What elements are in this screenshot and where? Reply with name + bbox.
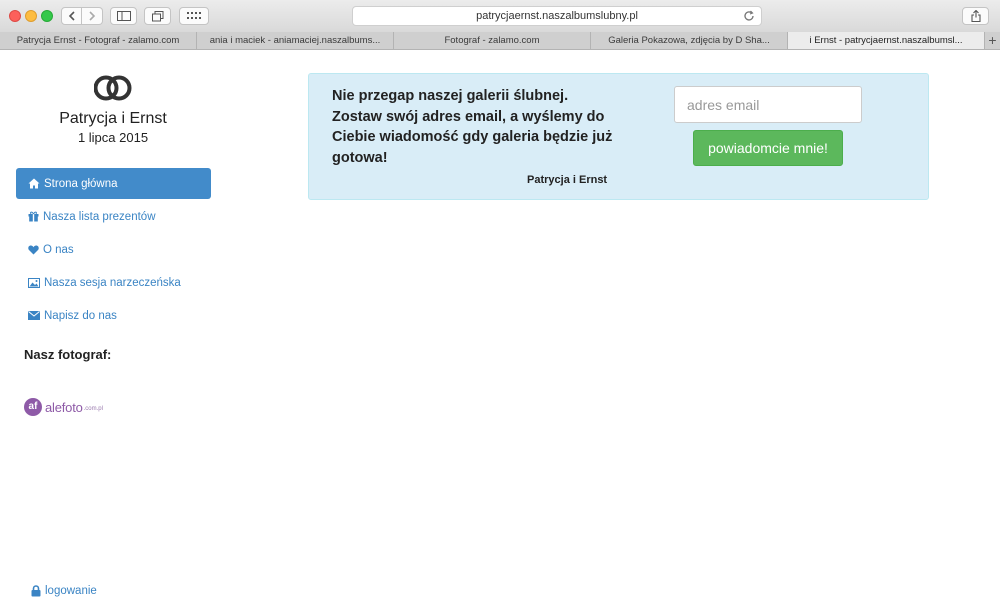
notice-line: gotowa! bbox=[332, 149, 388, 166]
new-tab-button[interactable]: + bbox=[985, 32, 1000, 49]
tab-fotograf-zalamo[interactable]: Fotograf - zalamo.com bbox=[394, 32, 591, 49]
photographer-logo-name: alefoto bbox=[45, 399, 83, 415]
sidebar-item-about-us[interactable]: O nas bbox=[16, 234, 211, 265]
sidebar-item-label: Napisz do nas bbox=[44, 309, 117, 322]
notice-line: Ciebie wiadomość gdy galeria będzie już bbox=[332, 129, 613, 145]
tab-ania-i-maciek[interactable]: ania i maciek - aniamaciej.naszalbums... bbox=[197, 32, 394, 49]
reload-icon[interactable] bbox=[743, 10, 755, 22]
address-text: patrycjaernst.naszalbumslubny.pl bbox=[476, 10, 638, 22]
tab-galeria-pokazowa[interactable]: Galeria Pokazowa, zdjęcia by D Sha... bbox=[591, 32, 788, 49]
tab-patrycjaernst-active[interactable]: i Ernst - patrycjaernst.naszalbumsl... bbox=[788, 32, 985, 49]
top-sites-button[interactable] bbox=[179, 7, 209, 25]
email-field[interactable] bbox=[674, 86, 862, 123]
minimize-window-button[interactable] bbox=[25, 10, 37, 22]
forward-button[interactable] bbox=[82, 7, 103, 25]
sidebar-icon bbox=[116, 11, 131, 21]
photographer-heading: Nasz fotograf: bbox=[24, 347, 112, 362]
sidebar-item-label: Strona główna bbox=[44, 177, 118, 190]
share-icon bbox=[970, 10, 981, 22]
photographer-logo-mark: af bbox=[24, 398, 42, 416]
notify-me-button[interactable]: powiadomcie mnie! bbox=[693, 130, 843, 166]
sidebar-item-home[interactable]: Strona główna bbox=[16, 168, 211, 199]
tabs-icon bbox=[151, 10, 163, 21]
home-icon bbox=[28, 178, 40, 189]
sidebar-item-label: Nasza lista prezentów bbox=[43, 210, 156, 223]
chevron-right-icon bbox=[89, 11, 96, 21]
notice-message: Nie przegap naszej galerii ślubnej. Zost… bbox=[332, 86, 622, 168]
gift-icon bbox=[28, 211, 39, 222]
address-bar[interactable]: patrycjaernst.naszalbumslubny.pl bbox=[352, 6, 762, 26]
notice-line: Zostaw swój adres email, a wyślemy do bbox=[332, 108, 605, 125]
notice-line: Nie przegap naszej galerii ślubnej. bbox=[332, 88, 569, 104]
tab-bar: Patrycja Ernst - Fotograf - zalamo.com a… bbox=[0, 32, 1000, 50]
lock-icon bbox=[31, 585, 41, 597]
close-window-button[interactable] bbox=[9, 10, 21, 22]
sidebar-item-label: Nasza sesja narzeczeńska bbox=[44, 276, 181, 289]
notice-signature: Patrycja i Ernst bbox=[527, 174, 608, 186]
wedding-date: 1 lipca 2015 bbox=[77, 130, 149, 145]
couple-name: Patrycja i Ernst bbox=[59, 110, 167, 127]
sidebar-nav: Strona główna Nasza lista prezentów O na… bbox=[16, 168, 211, 333]
photographer-logo[interactable]: af alefoto .com.pl bbox=[24, 398, 103, 416]
grid-icon bbox=[187, 12, 201, 19]
login-link[interactable]: logowanie bbox=[31, 585, 97, 597]
envelope-icon bbox=[28, 311, 40, 320]
tab-patrycja-ernst-fotograf[interactable]: Patrycja Ernst - Fotograf - zalamo.com bbox=[0, 32, 197, 49]
back-button[interactable] bbox=[61, 7, 82, 25]
gallery-notice: Nie przegap naszej galerii ślubnej. Zost… bbox=[308, 73, 929, 200]
zoom-window-button[interactable] bbox=[41, 10, 53, 22]
tabs-overview-button[interactable] bbox=[144, 7, 171, 25]
browser-toolbar: patrycjaernst.naszalbumslubny.pl bbox=[0, 0, 1000, 33]
history-nav bbox=[61, 7, 103, 25]
sidebar-item-engagement-session[interactable]: Nasza sesja narzeczeńska bbox=[16, 267, 211, 298]
sidebar-toggle-button[interactable] bbox=[110, 7, 137, 25]
wedding-rings-icon bbox=[94, 75, 132, 101]
sidebar-item-label: O nas bbox=[43, 243, 74, 256]
sidebar-item-contact[interactable]: Napisz do nas bbox=[16, 300, 211, 331]
share-button[interactable] bbox=[962, 7, 989, 25]
login-label: logowanie bbox=[45, 585, 97, 597]
sidebar-item-gift-list[interactable]: Nasza lista prezentów bbox=[16, 201, 211, 232]
picture-icon bbox=[28, 277, 40, 288]
chevron-left-icon bbox=[68, 11, 75, 21]
photographer-logo-domain: .com.pl bbox=[83, 406, 103, 412]
heart-icon bbox=[28, 245, 39, 254]
